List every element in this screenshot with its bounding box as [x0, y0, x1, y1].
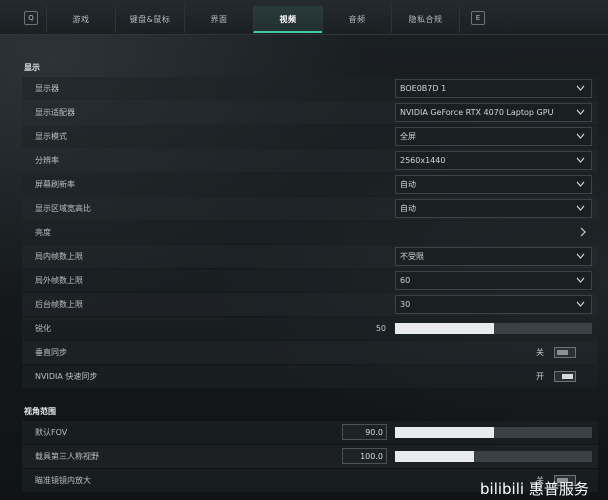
dropdown-value: 全屏 — [400, 132, 416, 141]
setting-row-adapter: 显示适配器 NVIDIA GeForce RTX 4070 Laptop GPU — [22, 101, 598, 124]
setting-label: 屏幕刷新率 — [35, 180, 75, 189]
setting-row-vehicle-third-person-fov: 载具第三人称视野 100.0 — [22, 445, 598, 468]
default-fov-slider[interactable] — [395, 427, 592, 438]
chevron-down-icon — [576, 277, 585, 283]
ingame-fps-cap-dropdown[interactable]: 不受限 — [395, 247, 592, 266]
bilibili-watermark: bilibili 惠普服务 — [480, 480, 589, 498]
chevron-down-icon — [576, 109, 585, 115]
slider-fill — [395, 427, 494, 438]
dropdown-value: 自动 — [400, 204, 416, 213]
settings-page: Q 游戏 键盘&鼠标 界面 视频 音频 隐私合规 E 显示 显示器 BOE0B7… — [0, 0, 608, 500]
chevron-down-icon — [576, 133, 585, 139]
setting-row-refresh-rate: 屏幕刷新率 自动 — [22, 173, 598, 196]
setting-label: 瞄准镜镜内放大 — [35, 476, 91, 485]
setting-row-default-fov: 默认FOV 90.0 — [22, 421, 598, 444]
tab-list: 游戏 键盘&鼠标 界面 视频 音频 隐私合规 — [46, 6, 460, 33]
tab-game[interactable]: 游戏 — [46, 6, 115, 33]
setting-label: 后台帧数上限 — [35, 300, 83, 309]
setting-row-display-mode: 显示模式 全屏 — [22, 125, 598, 148]
toggle-knob — [562, 374, 573, 379]
setting-row-background-fps-cap: 后台帧数上限 30 — [22, 293, 598, 316]
chevron-down-icon — [576, 85, 585, 91]
top-tab-bar: Q 游戏 键盘&鼠标 界面 视频 音频 隐私合规 E — [0, 0, 608, 35]
setting-label: NVIDIA 快速同步 — [35, 372, 98, 381]
tab-privacy[interactable]: 隐私合规 — [391, 6, 460, 33]
tab-video[interactable]: 视频 — [253, 6, 322, 33]
sharpening-slider[interactable] — [395, 323, 592, 334]
setting-label: 载具第三人称视野 — [35, 452, 99, 461]
chevron-down-icon — [576, 205, 585, 211]
chevron-down-icon — [576, 301, 585, 307]
sharpening-value: 50 — [375, 324, 386, 333]
section-title-fov: 视角范围 — [24, 407, 56, 416]
next-tab-key-hint[interactable]: E — [471, 11, 485, 25]
monitor-dropdown[interactable]: BOE0B7D 1 — [395, 79, 592, 98]
dropdown-value: NVIDIA GeForce RTX 4070 Laptop GPU — [400, 108, 554, 117]
setting-label: 亮度 — [35, 228, 51, 237]
chevron-down-icon — [576, 253, 585, 259]
slider-fill — [395, 323, 494, 334]
chevron-down-icon — [576, 157, 585, 163]
dropdown-value: 自动 — [400, 180, 416, 189]
section-title-display: 显示 — [24, 63, 40, 72]
setting-label: 显示器 — [35, 84, 59, 93]
default-fov-input[interactable]: 90.0 — [342, 424, 387, 440]
setting-row-ingame-fps-cap: 局内帧数上限 不受限 — [22, 245, 598, 268]
setting-label: 锐化 — [35, 324, 51, 333]
aspect-ratio-dropdown[interactable]: 自动 — [395, 199, 592, 218]
setting-label: 默认FOV — [35, 428, 68, 437]
vsync-toggle[interactable] — [554, 347, 576, 358]
setting-row-vsync: 垂直同步 关 — [22, 341, 598, 364]
dropdown-value: 30 — [400, 300, 411, 309]
setting-row-brightness[interactable]: 亮度 — [22, 221, 598, 244]
tab-keyboard-mouse[interactable]: 键盘&鼠标 — [115, 6, 184, 33]
dropdown-value: BOE0B7D 1 — [400, 84, 447, 93]
setting-row-monitor: 显示器 BOE0B7D 1 — [22, 77, 598, 100]
chevron-right-icon[interactable] — [580, 227, 586, 237]
resolution-dropdown[interactable]: 2560x1440 — [395, 151, 592, 170]
tab-interface[interactable]: 界面 — [184, 6, 253, 33]
prev-tab-key-hint[interactable]: Q — [24, 11, 38, 25]
dropdown-value: 60 — [400, 276, 411, 285]
outgame-fps-cap-dropdown[interactable]: 60 — [395, 271, 592, 290]
toggle-state-text: 关 — [536, 348, 544, 357]
vehicle-fov-slider[interactable] — [395, 451, 592, 462]
setting-label: 显示模式 — [35, 132, 67, 141]
refresh-rate-dropdown[interactable]: 自动 — [395, 175, 592, 194]
dropdown-value: 2560x1440 — [400, 156, 446, 165]
dropdown-value: 不受限 — [400, 252, 424, 261]
toggle-state-text: 开 — [536, 372, 544, 381]
vehicle-fov-input[interactable]: 100.0 — [342, 448, 387, 464]
setting-row-aspect-ratio: 显示区域宽高比 自动 — [22, 197, 598, 220]
toggle-knob — [557, 350, 568, 355]
slider-fill — [395, 451, 474, 462]
setting-label: 显示适配器 — [35, 108, 75, 117]
chevron-down-icon — [576, 181, 585, 187]
background-fps-cap-dropdown[interactable]: 30 — [395, 295, 592, 314]
display-mode-dropdown[interactable]: 全屏 — [395, 127, 592, 146]
setting-label: 垂直同步 — [35, 348, 67, 357]
setting-label: 显示区域宽高比 — [35, 204, 91, 213]
nvidia-fast-sync-toggle[interactable] — [554, 371, 576, 382]
setting-label: 局内帧数上限 — [35, 252, 83, 261]
setting-label: 分辨率 — [35, 156, 59, 165]
adapter-dropdown[interactable]: NVIDIA GeForce RTX 4070 Laptop GPU — [395, 103, 592, 122]
setting-row-nvidia-fast-sync: NVIDIA 快速同步 开 — [22, 365, 598, 388]
tab-audio[interactable]: 音频 — [322, 6, 391, 33]
setting-row-resolution: 分辨率 2560x1440 — [22, 149, 598, 172]
setting-label: 局外帧数上限 — [35, 276, 83, 285]
setting-row-outgame-fps-cap: 局外帧数上限 60 — [22, 269, 598, 292]
setting-row-sharpening: 锐化 50 — [22, 317, 598, 340]
